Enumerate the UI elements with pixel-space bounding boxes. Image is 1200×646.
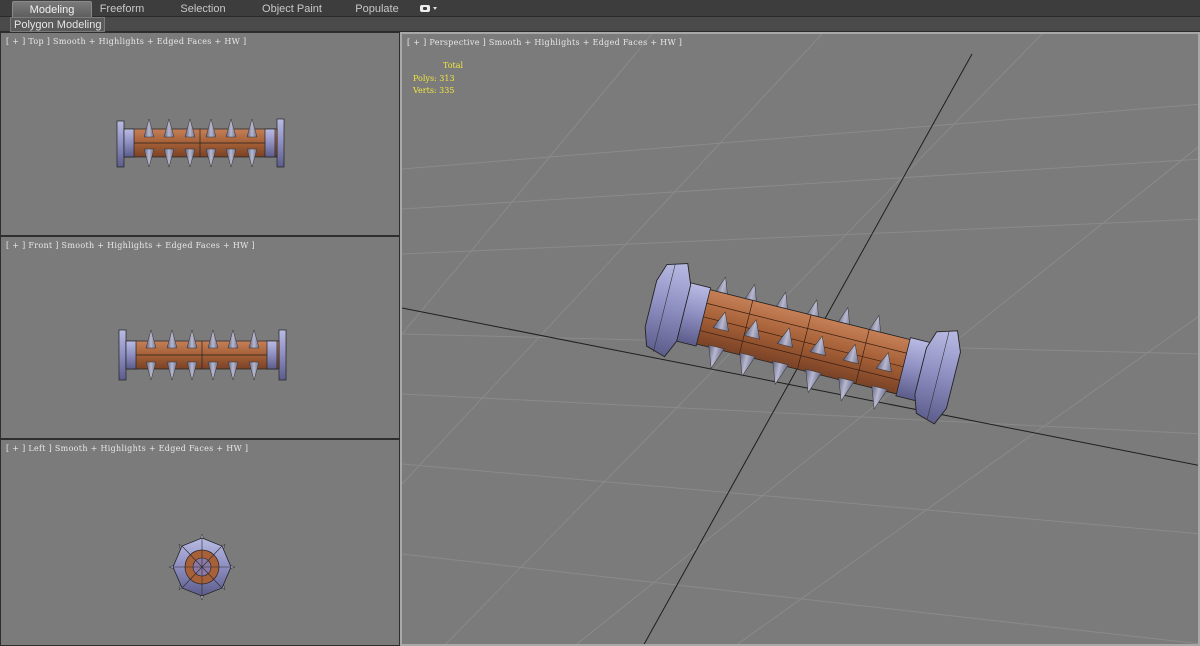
spiked-roller-left-view (168, 533, 236, 601)
tab-selection[interactable]: Selection (172, 1, 234, 17)
ribbon-panel-bar: Polygon Modeling (0, 17, 1200, 32)
viewport-top[interactable]: [ + ] Top ] Smooth + Highlights + Edged … (0, 32, 400, 236)
ribbon-options-button[interactable] (420, 3, 440, 14)
tab-populate[interactable]: Populate (350, 1, 404, 17)
ribbon-tab-bar: Modeling Freeform Selection Object Paint… (0, 0, 1200, 17)
chevron-down-icon (433, 7, 437, 10)
viewport-perspective[interactable]: [ + ] Perspective ] Smooth + Highlights … (400, 32, 1200, 646)
spiked-roller-top-view (116, 118, 285, 168)
tab-modeling[interactable]: Modeling (12, 1, 92, 17)
spiked-roller-front-view (118, 329, 287, 381)
tab-object-paint[interactable]: Object Paint (256, 1, 328, 17)
viewport-left[interactable]: [ + ] Left ] Smooth + Highlights + Edged… (0, 439, 400, 646)
spiked-roller-model (644, 263, 961, 425)
viewport-options-icon (420, 5, 430, 12)
tab-freeform[interactable]: Freeform (94, 1, 150, 17)
polygon-modeling-panel-label[interactable]: Polygon Modeling (10, 17, 106, 32)
viewport-front[interactable]: [ + ] Front ] Smooth + Highlights + Edge… (0, 236, 400, 439)
